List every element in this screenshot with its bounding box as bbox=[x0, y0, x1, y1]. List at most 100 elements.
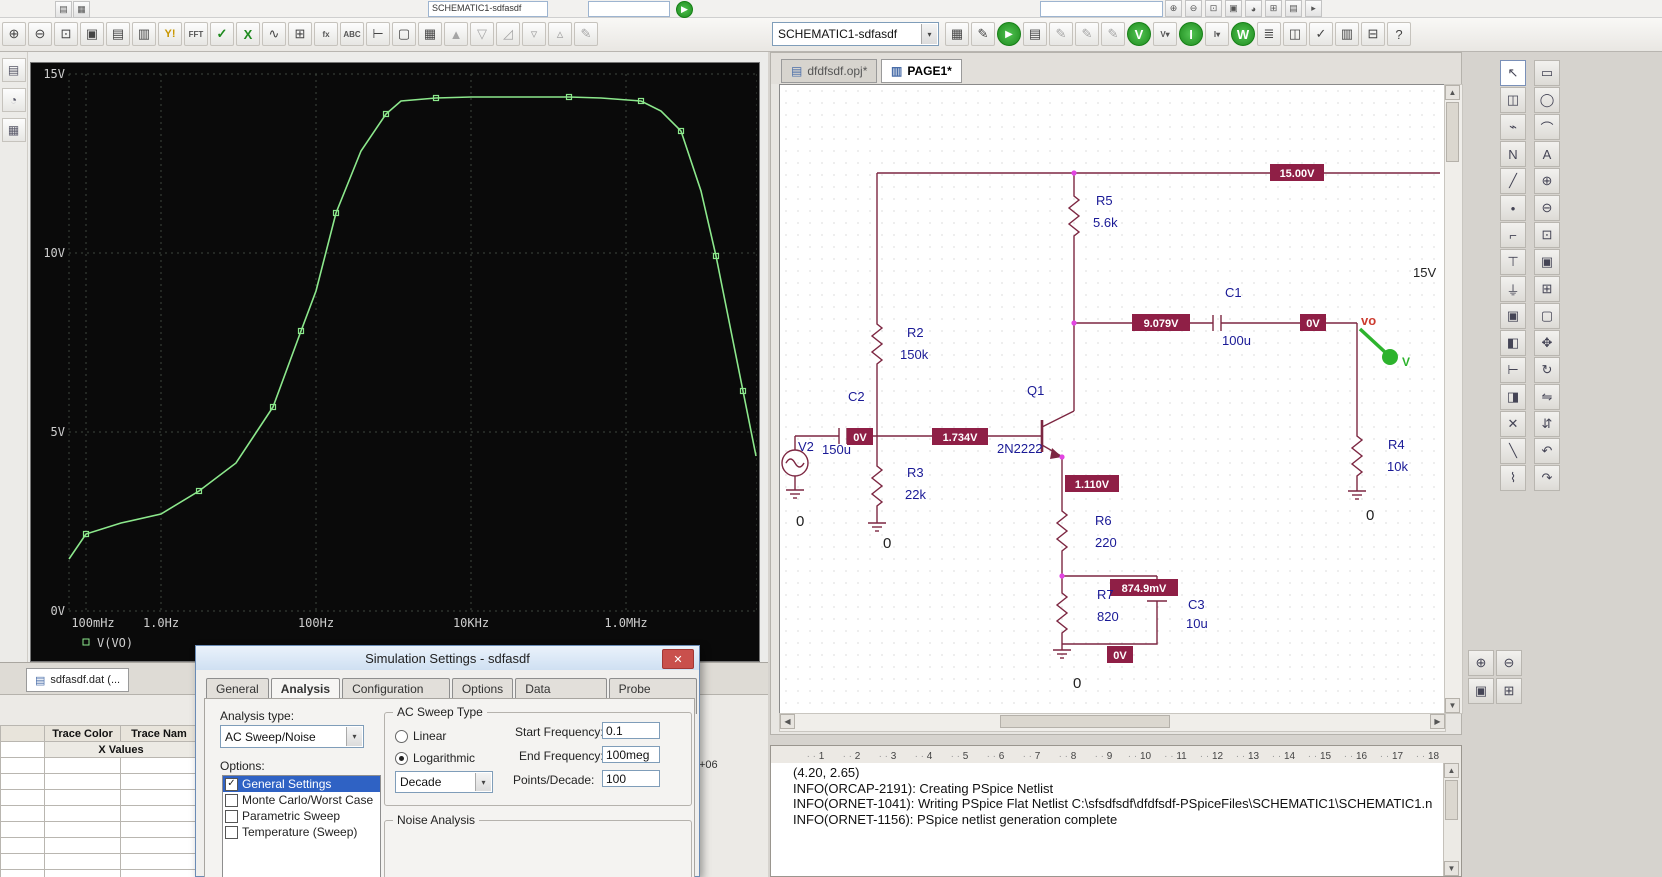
bom-icon[interactable]: ▥ bbox=[1335, 22, 1359, 46]
analysis-options-list[interactable]: General Settings Monte Carlo/Worst Case … bbox=[222, 775, 381, 877]
bias-current-toggle-icon[interactable]: I bbox=[1179, 22, 1203, 46]
edit-simulation-settings-icon[interactable]: ✎ bbox=[971, 22, 995, 46]
cursor-peak-icon[interactable]: ▲ bbox=[444, 22, 468, 46]
end-frequency-input[interactable] bbox=[602, 746, 660, 763]
place-port-icon[interactable]: ◧ bbox=[1500, 330, 1526, 356]
checkbox-icon[interactable] bbox=[225, 826, 238, 839]
text-label-icon[interactable]: ABC bbox=[340, 22, 364, 46]
log-scroll-down-icon[interactable]: ▼ bbox=[1444, 861, 1459, 876]
cursor-max-icon[interactable]: ▵ bbox=[548, 22, 572, 46]
trace-table[interactable]: Trace Color Trace Nam X Values bbox=[0, 725, 198, 877]
place-ground-icon[interactable]: ⏚ bbox=[1500, 276, 1526, 302]
vscroll-thumb[interactable] bbox=[1446, 102, 1459, 162]
row0-grid2-icon[interactable]: ⊞ bbox=[1265, 0, 1282, 17]
c3-value-label[interactable]: 10u bbox=[1186, 616, 1208, 631]
bias-label-out-right[interactable]: 0V bbox=[1300, 314, 1326, 331]
dialog-title-bar[interactable]: Simulation Settings - sdfasdf bbox=[196, 646, 699, 670]
ground-symbol-r7[interactable] bbox=[1053, 650, 1071, 658]
mark-label-icon[interactable]: ✎ bbox=[574, 22, 598, 46]
row0-zoom-fit-icon[interactable]: ▣ bbox=[1225, 0, 1242, 17]
select-plot-icon[interactable]: ▢ bbox=[392, 22, 416, 46]
zoom-all-tool-icon[interactable]: ▣ bbox=[1534, 249, 1560, 275]
ground-symbol-v2[interactable] bbox=[786, 490, 804, 498]
place-bus-icon[interactable]: ╱ bbox=[1500, 168, 1526, 194]
log-scrollbar[interactable]: ▲ ▼ bbox=[1443, 763, 1461, 876]
place-off-page-connector-icon[interactable]: ◨ bbox=[1500, 384, 1526, 410]
place-arc-icon[interactable]: ⌒ bbox=[1534, 114, 1560, 140]
place-pin-icon[interactable]: ⊢ bbox=[1500, 357, 1526, 383]
row0-list-icon[interactable]: ▤ bbox=[1285, 0, 1302, 17]
r6-ref-label[interactable]: R6 bbox=[1095, 513, 1112, 528]
analysis-type-select[interactable]: AC Sweep/Noise ▾ bbox=[220, 725, 364, 748]
zoom-out-icon[interactable]: ⊖ bbox=[28, 22, 52, 46]
power-probe-pencil-icon[interactable]: ✎ bbox=[1101, 22, 1125, 46]
run-pspice-icon[interactable]: ▶ bbox=[997, 22, 1021, 46]
place-line-icon[interactable]: ╲ bbox=[1500, 438, 1526, 464]
performance-analysis-icon[interactable]: Y! bbox=[158, 22, 182, 46]
row0-zoom-out-icon[interactable]: ⊖ bbox=[1185, 0, 1202, 17]
probe-watch-icon[interactable]: ◔ bbox=[2, 88, 26, 112]
place-no-connect-icon[interactable]: ✕ bbox=[1500, 411, 1526, 437]
log-x-axis-icon[interactable]: ▤ bbox=[106, 22, 130, 46]
mirror-horizontal-icon[interactable]: ⇋ bbox=[1534, 384, 1560, 410]
eval-function-icon[interactable]: fx bbox=[314, 22, 338, 46]
bias-label-c3-bottom[interactable]: 0V bbox=[1107, 646, 1133, 663]
annotate-icon[interactable]: ⊟ bbox=[1361, 22, 1385, 46]
scroll-left-icon[interactable]: ◀ bbox=[780, 714, 795, 729]
table-row[interactable] bbox=[1, 822, 198, 838]
voltage-probe-marker[interactable]: V bbox=[1360, 329, 1410, 369]
gnd-0-label-r7[interactable]: 0 bbox=[1073, 675, 1081, 692]
grid-toggle-icon[interactable]: ▦ bbox=[418, 22, 442, 46]
session-log-text[interactable]: (4.20, 2.65)INFO(ORCAP-2191): Creating P… bbox=[771, 763, 1444, 876]
v2-ref-label[interactable]: V2 bbox=[798, 439, 814, 454]
r2-value-label[interactable]: 150k bbox=[900, 347, 929, 362]
netlist-icon[interactable]: ≣ bbox=[1257, 22, 1281, 46]
r5-ref-label[interactable]: R5 bbox=[1096, 193, 1113, 208]
axis-settings-icon[interactable]: ⊢ bbox=[366, 22, 390, 46]
linear-radio[interactable]: Linear bbox=[395, 729, 446, 743]
logarithmic-radio[interactable]: Logarithmic bbox=[395, 751, 475, 765]
help-icon[interactable]: ? bbox=[1387, 22, 1411, 46]
zoom-combo-field[interactable] bbox=[1040, 1, 1163, 17]
hscroll-thumb[interactable] bbox=[1000, 715, 1170, 728]
place-net-alias-icon[interactable]: N bbox=[1500, 141, 1526, 167]
resistor-R3[interactable] bbox=[872, 463, 882, 509]
tab-page1[interactable]: ▥ PAGE1* bbox=[881, 59, 962, 83]
place-power-icon[interactable]: ⊤ bbox=[1500, 249, 1526, 275]
place-junction-icon[interactable]: • bbox=[1500, 195, 1526, 221]
snap-to-grid-icon[interactable]: ⊞ bbox=[1534, 276, 1560, 302]
cursor-slope-icon[interactable]: ◿ bbox=[496, 22, 520, 46]
table-row[interactable] bbox=[1, 790, 198, 806]
resistor-R4[interactable] bbox=[1352, 433, 1362, 479]
secondary-field[interactable] bbox=[588, 1, 670, 17]
analysis-option-item[interactable]: Monte Carlo/Worst Case bbox=[223, 792, 380, 808]
zoom-area-icon[interactable]: ⊡ bbox=[54, 22, 78, 46]
r6-value-label[interactable]: 220 bbox=[1095, 535, 1117, 550]
checkbox-icon[interactable] bbox=[225, 794, 238, 807]
row0-forward-icon[interactable]: ▸ bbox=[1305, 0, 1322, 17]
zoom-fit-icon[interactable]: ▣ bbox=[80, 22, 104, 46]
schematic-canvas[interactable]: V 15.00V 9.079V 0V 0V 1.734V 1.110V 874.… bbox=[779, 84, 1446, 714]
supply-net-label[interactable]: 15V bbox=[1413, 265, 1436, 280]
cursor-trough-icon[interactable]: ▽ bbox=[470, 22, 494, 46]
bias-label-supply[interactable]: 15.00V bbox=[1270, 164, 1324, 181]
mark-data-points-icon[interactable]: ✓ bbox=[210, 22, 234, 46]
q1-value-label[interactable]: 2N2222 bbox=[997, 441, 1043, 456]
undo-icon[interactable]: ↶ bbox=[1534, 438, 1560, 464]
r4-ref-label[interactable]: R4 bbox=[1388, 437, 1405, 452]
r7-value-label[interactable]: 820 bbox=[1097, 609, 1119, 624]
tab-sdfasdf-dat[interactable]: ▤ sdfasdf.dat (... bbox=[26, 668, 129, 692]
log-y-axis-icon[interactable]: ▥ bbox=[132, 22, 156, 46]
resistor-R5[interactable] bbox=[1069, 193, 1079, 239]
c3-ref-label[interactable]: C3 bbox=[1188, 597, 1205, 612]
gnd-0-label-v2[interactable]: 0 bbox=[796, 513, 804, 530]
zoom-region-tool-icon[interactable]: ⊡ bbox=[1534, 222, 1560, 248]
schematic-zoom-out-icon[interactable]: ⊖ bbox=[1496, 650, 1522, 676]
current-probe-pencil-icon[interactable]: ✎ bbox=[1075, 22, 1099, 46]
x-values-row[interactable]: X Values bbox=[1, 742, 198, 758]
voltage-probe-pencil-icon[interactable]: ✎ bbox=[1049, 22, 1073, 46]
table-row[interactable] bbox=[1, 774, 198, 790]
points-per-decade-input[interactable] bbox=[602, 770, 660, 787]
scroll-down-icon[interactable]: ▼ bbox=[1445, 698, 1460, 713]
chevron-down-icon[interactable]: ▾ bbox=[921, 24, 937, 44]
